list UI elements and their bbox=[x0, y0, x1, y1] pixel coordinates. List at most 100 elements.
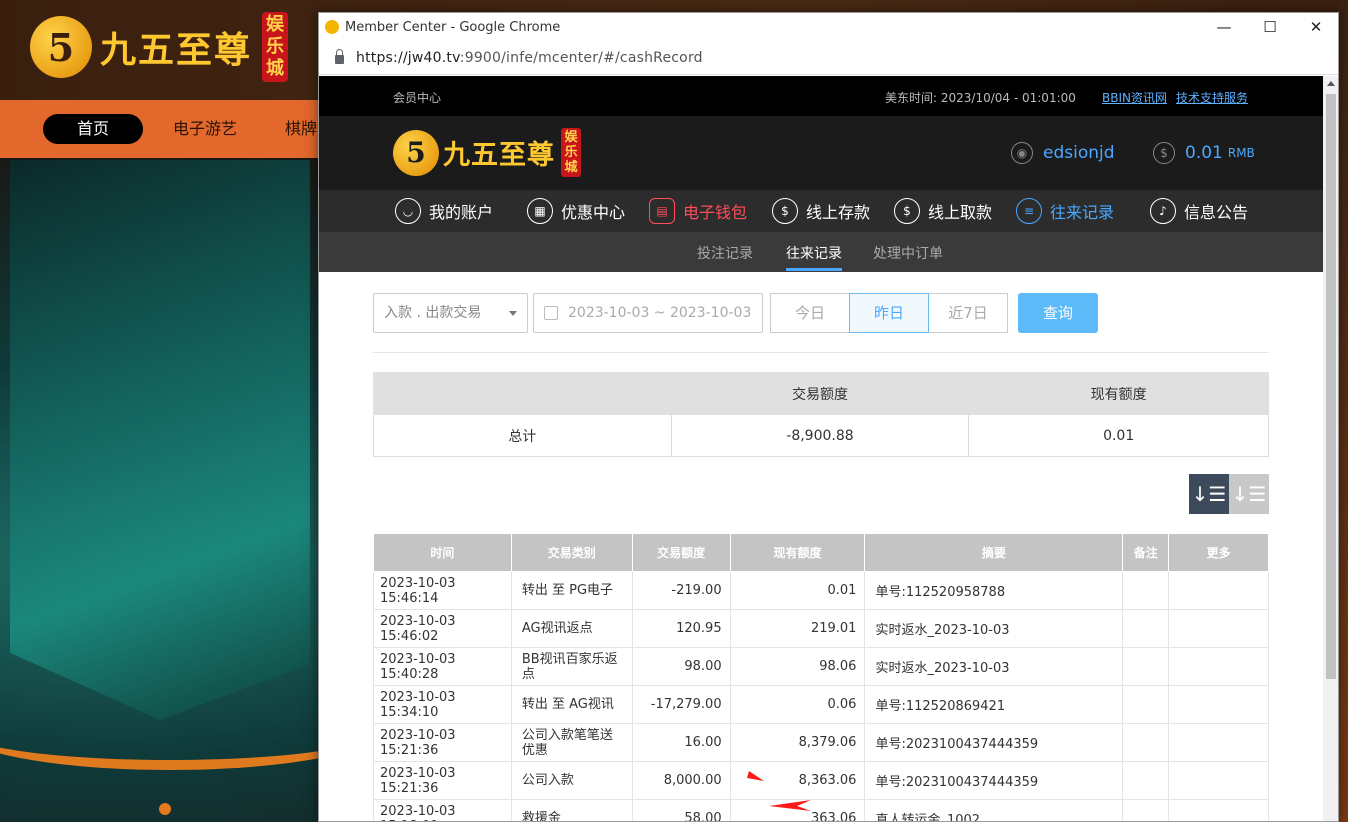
nav-label: 我的账户 bbox=[429, 203, 494, 222]
col-header-amount[interactable]: 交易额度 bbox=[631, 533, 731, 572]
top-strip: 会员中心 美东时间: 2023/10/04 - 01:01:00 BBIN资讯网… bbox=[319, 76, 1323, 116]
cell-note bbox=[1122, 571, 1170, 610]
cell-summary: 单号:112520869421 bbox=[864, 685, 1124, 724]
member-logo[interactable]: 5 九五至尊 娱乐城 bbox=[393, 128, 581, 177]
username: edsionjd bbox=[1043, 143, 1115, 163]
user-icon: ◉ bbox=[1011, 142, 1033, 164]
background-decoration bbox=[10, 160, 310, 720]
nav-item-promotions[interactable]: ▦ 优惠中心 bbox=[527, 197, 625, 225]
cell-note bbox=[1122, 799, 1170, 821]
sub-nav: 投注记录 往来记录 处理中订单 bbox=[319, 232, 1323, 272]
nav-item-wallet[interactable]: ▤ 电子钱包 bbox=[649, 197, 747, 225]
nav-item-account[interactable]: ◡ 我的账户 bbox=[395, 197, 493, 225]
sort-asc-icon[interactable]: ↓☰ bbox=[1229, 474, 1269, 514]
cell-amount: -219.00 bbox=[631, 571, 731, 610]
summary-header: 现有额度 bbox=[968, 372, 1269, 415]
cell-more[interactable] bbox=[1168, 685, 1269, 724]
nav-label: 往来记录 bbox=[1050, 203, 1115, 222]
cell-time: 2023-10-03 15:21:36 bbox=[373, 761, 512, 800]
col-header-note[interactable]: 备注 bbox=[1122, 533, 1170, 572]
bg-nav-item-chess[interactable]: 棋牌 bbox=[285, 114, 317, 144]
background-logo[interactable]: 5 九五至尊 娱乐城 bbox=[30, 12, 289, 82]
nav-item-deposit[interactable]: $ 线上存款 bbox=[772, 197, 870, 225]
summary-header bbox=[373, 372, 672, 415]
logo-emblem-icon: 5 bbox=[393, 129, 439, 176]
member-header: 5 九五至尊 娱乐城 ◉ edsionjd $ 0.01 RMB bbox=[319, 116, 1323, 190]
cell-type: 公司入款笔笔送优惠 bbox=[510, 723, 633, 762]
col-header-more[interactable]: 更多 bbox=[1168, 533, 1269, 572]
bg-nav-item-egames[interactable]: 电子游艺 bbox=[173, 114, 237, 144]
user-icon: ◡ bbox=[395, 198, 421, 224]
divider bbox=[373, 352, 1269, 353]
minimize-button[interactable]: — bbox=[1201, 13, 1247, 41]
dollar-icon: $ bbox=[1153, 142, 1175, 164]
table-row: 2023-10-03 15:21:36 公司入款笔笔送优惠 16.00 8,379.0… bbox=[373, 723, 1269, 762]
scrollbar-thumb[interactable] bbox=[1326, 94, 1336, 679]
cell-summary: 单号:112520958788 bbox=[864, 571, 1124, 610]
main-nav: ◡ 我的账户 ▦ 优惠中心 ▤ 电子钱包 $ 线上存款 $ 线上取款 ≡ 往来记录 ♪ 信息公… bbox=[319, 190, 1323, 232]
balance-info: $ 0.01 RMB bbox=[1153, 142, 1255, 164]
cell-more[interactable] bbox=[1168, 723, 1269, 762]
sort-desc-icon[interactable]: ↓☰ bbox=[1189, 474, 1229, 514]
summary-transaction-total: -8,900.88 bbox=[670, 414, 970, 457]
tab-cash-records[interactable]: 往来记录 bbox=[786, 243, 842, 271]
carousel-dot[interactable] bbox=[159, 803, 171, 815]
cell-balance: 0.01 bbox=[729, 571, 866, 610]
close-button[interactable]: ✕ bbox=[1293, 13, 1338, 41]
col-header-time[interactable]: 时间 bbox=[373, 533, 512, 572]
nav-item-announcements[interactable]: ♪ 信息公告 bbox=[1150, 197, 1248, 225]
filter-bar: 入款 . 出款交易 2023-10-03 ~ 2023-10-03 今日 昨日 … bbox=[373, 293, 1273, 333]
url-path: :9900/infe/mcenter/#/cashRecord bbox=[459, 49, 703, 66]
cell-type: 救援金 bbox=[510, 799, 633, 821]
time-label: 美东时间 bbox=[885, 91, 934, 105]
cell-balance: 98.06 bbox=[729, 647, 866, 686]
scroll-up-icon[interactable] bbox=[1327, 81, 1335, 86]
tech-support-link[interactable]: 技术支持服务 bbox=[1176, 89, 1248, 106]
cell-amount: 8,000.00 bbox=[631, 761, 731, 800]
cell-amount: 16.00 bbox=[631, 723, 731, 762]
today-button[interactable]: 今日 bbox=[770, 293, 850, 333]
transaction-type-select[interactable]: 入款 . 出款交易 bbox=[373, 293, 528, 333]
summary-balance: 0.01 bbox=[968, 414, 1269, 457]
nav-label: 电子钱包 bbox=[683, 203, 748, 222]
vertical-scrollbar[interactable] bbox=[1323, 76, 1338, 821]
tab-bet-records[interactable]: 投注记录 bbox=[697, 243, 753, 263]
cell-more[interactable] bbox=[1168, 647, 1269, 686]
chevron-down-icon bbox=[509, 311, 517, 316]
table-row: 2023-10-03 15:21:36 公司入款 8,000.00 8,363.06 单… bbox=[373, 761, 1269, 800]
tab-pending-orders[interactable]: 处理中订单 bbox=[873, 243, 943, 263]
cell-more[interactable] bbox=[1168, 571, 1269, 610]
cell-summary: 单号:2023100437444359 bbox=[864, 723, 1124, 762]
balance-value: 0.01 bbox=[1185, 143, 1223, 163]
lock-icon[interactable] bbox=[335, 49, 344, 64]
nav-item-records[interactable]: ≡ 往来记录 bbox=[1016, 197, 1114, 225]
cell-balance: 8,379.06 bbox=[729, 723, 866, 762]
col-header-balance[interactable]: 现有额度 bbox=[729, 533, 866, 572]
summary-label: 总计 bbox=[373, 414, 672, 457]
address-bar[interactable]: https://jw40.tv:9900/infe/mcenter/#/cash… bbox=[319, 41, 1338, 75]
nav-label: 线上存款 bbox=[806, 203, 871, 222]
cell-time: 2023-10-03 15:18:09 bbox=[373, 799, 512, 821]
cell-more[interactable] bbox=[1168, 609, 1269, 648]
summary-table: 交易额度 现有额度 总计 -8,900.88 0.01 bbox=[373, 372, 1269, 457]
logo-emblem-icon: 5 bbox=[30, 16, 92, 78]
cell-note bbox=[1122, 647, 1170, 686]
col-header-type[interactable]: 交易类别 bbox=[510, 533, 633, 572]
bbin-news-link[interactable]: BBIN资讯网 bbox=[1102, 89, 1167, 106]
date-range-input[interactable]: 2023-10-03 ~ 2023-10-03 bbox=[533, 293, 763, 333]
time-value: 2023/10/04 - 01:01:00 bbox=[940, 91, 1076, 105]
table-row: 2023-10-03 15:46:14 转出 至 PG电子 -219.00 0.01 单… bbox=[373, 571, 1269, 610]
nav-item-withdraw[interactable]: $ 线上取款 bbox=[894, 197, 992, 225]
maximize-button[interactable]: ☐ bbox=[1247, 13, 1293, 41]
query-button[interactable]: 查询 bbox=[1018, 293, 1098, 333]
cell-summary: 实时返水_2023-10-03 bbox=[864, 609, 1124, 648]
last-7-days-button[interactable]: 近7日 bbox=[928, 293, 1008, 333]
yesterday-button[interactable]: 昨日 bbox=[849, 293, 929, 333]
server-time: 美东时间: 2023/10/04 - 01:01:00 bbox=[885, 91, 1076, 105]
record-icon: ≡ bbox=[1016, 198, 1042, 224]
cell-more[interactable] bbox=[1168, 799, 1269, 821]
bg-nav-item-home[interactable]: 首页 bbox=[43, 114, 143, 144]
cell-more[interactable] bbox=[1168, 761, 1269, 800]
col-header-summary[interactable]: 摘要 bbox=[864, 533, 1124, 572]
balance-unit: RMB bbox=[1227, 146, 1255, 160]
